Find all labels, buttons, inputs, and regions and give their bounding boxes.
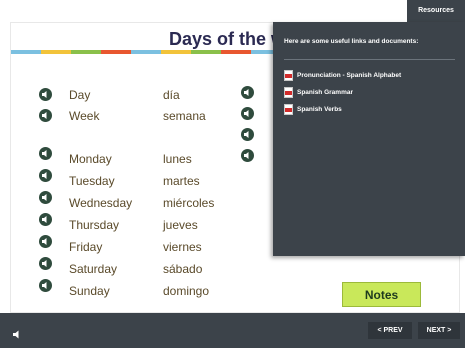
player-controls-bar: < PREV NEXT > (0, 313, 465, 348)
speaker-icon[interactable] (39, 213, 52, 226)
resources-heading: Here are some useful links and documents… (284, 38, 419, 45)
spanish-word: martes (163, 174, 200, 188)
speaker-icon[interactable] (39, 257, 52, 270)
english-word: Week (69, 109, 100, 123)
speaker-icon[interactable] (39, 235, 52, 248)
speaker-icon[interactable] (241, 149, 254, 162)
vocab-row-wednesday: Wednesday miércoles (39, 191, 259, 210)
spanish-word: viernes (163, 240, 202, 254)
volume-icon[interactable] (12, 325, 24, 339)
english-word: Sunday (69, 284, 110, 298)
spanish-word: lunes (163, 152, 192, 166)
spanish-word: semana (163, 109, 206, 123)
speaker-icon[interactable] (241, 107, 254, 120)
resource-link-grammar[interactable]: Spanish Grammar (284, 87, 444, 99)
resources-panel: Here are some useful links and documents… (273, 22, 465, 256)
speaker-icon[interactable] (39, 88, 52, 101)
next-button[interactable]: NEXT > (418, 322, 460, 339)
spanish-word: sábado (163, 262, 203, 276)
english-word: Monday (69, 152, 112, 166)
speaker-icon[interactable] (241, 86, 254, 99)
vocab-row-thursday: Thursday jueves (39, 213, 259, 232)
vocab-row-saturday: Saturday sábado (39, 257, 259, 276)
pdf-icon (284, 104, 293, 115)
vocab-row-sunday: Sunday domingo (39, 279, 259, 298)
english-word: Friday (69, 240, 103, 254)
spanish-word: día (163, 88, 180, 102)
prev-button[interactable]: < PREV (368, 322, 412, 339)
speaker-icon[interactable] (241, 128, 254, 141)
slide-title: Days of the w (169, 29, 286, 49)
pdf-icon (284, 87, 293, 98)
speaker-icon[interactable] (39, 279, 52, 292)
spanish-word: jueves (163, 218, 198, 232)
resource-link-pronunciation[interactable]: Pronunciation - Spanish Alphabet (284, 70, 444, 82)
resource-link-verbs[interactable]: Spanish Verbs (284, 104, 444, 116)
vocab-row-friday: Friday viernes (39, 235, 259, 254)
spanish-word: domingo (163, 284, 210, 298)
english-word: Tuesday (69, 174, 115, 188)
pdf-icon (284, 70, 293, 81)
english-word: Thursday (69, 218, 120, 232)
speaker-icon[interactable] (39, 191, 52, 204)
resources-tab[interactable]: Resources (407, 0, 465, 22)
notes-button[interactable]: Notes (342, 282, 421, 307)
vocab-row-day: Day día (39, 88, 259, 104)
vocab-row-week: Week semana (39, 109, 259, 125)
spanish-word: miércoles (163, 196, 215, 210)
speaker-icon[interactable] (39, 147, 52, 160)
resource-link-label: Spanish Grammar (297, 89, 353, 96)
english-word: Saturday (69, 262, 118, 276)
vocab-row-monday: Monday lunes (39, 147, 259, 166)
resource-link-label: Pronunciation - Spanish Alphabet (297, 72, 402, 79)
speaker-icon[interactable] (39, 109, 52, 122)
resource-link-label: Spanish Verbs (297, 106, 342, 113)
english-word: Wednesday (69, 196, 133, 210)
top-bar: Resources (0, 0, 465, 22)
english-word: Day (69, 88, 91, 102)
speaker-icon[interactable] (39, 169, 52, 182)
panel-divider (284, 59, 455, 60)
vocab-row-tuesday: Tuesday martes (39, 169, 259, 188)
